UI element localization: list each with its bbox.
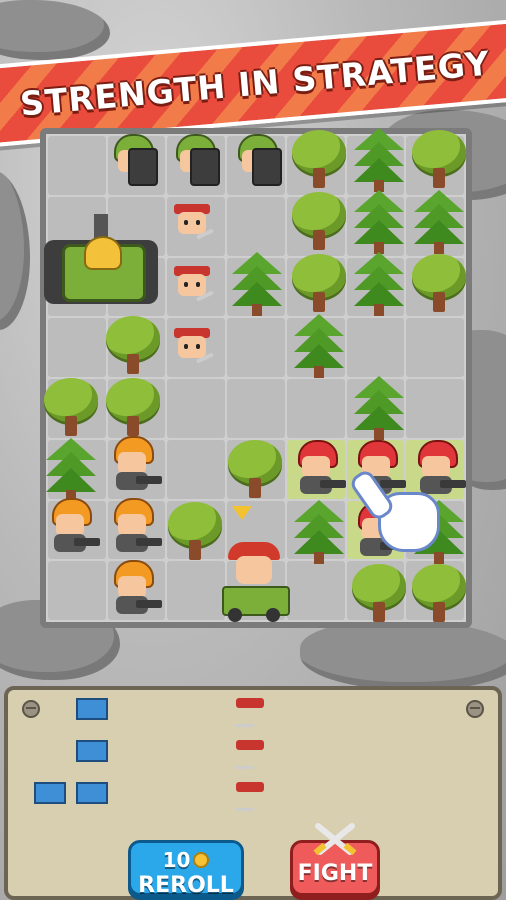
heavy-gun-icon	[136, 538, 162, 546]
board-cell[interactable]	[227, 379, 285, 438]
pine-tree-icon	[294, 314, 344, 380]
heavy-gun-icon	[74, 538, 100, 546]
rifle-icon	[76, 834, 94, 840]
pine-tree-icon	[354, 376, 404, 442]
tank-unit[interactable]	[44, 214, 158, 312]
bench-unit-knife-soldier[interactable]	[236, 782, 276, 826]
rifle-icon	[440, 480, 466, 488]
coin-icon	[193, 852, 210, 868]
oak-tree-icon	[350, 564, 408, 626]
board-cell[interactable]	[48, 318, 106, 377]
oak-tree-icon	[104, 378, 162, 440]
oak-tree-icon	[290, 130, 348, 192]
bench-unit-blue-gunner[interactable]	[76, 740, 116, 784]
shield-soldier[interactable]	[106, 134, 158, 192]
crossed-swords-icon	[313, 823, 357, 856]
pointing-hand-icon	[347, 467, 440, 552]
red-bandana-icon	[236, 740, 264, 750]
oak-tree-icon	[290, 254, 348, 316]
shield-soldier[interactable]	[168, 134, 220, 192]
screw-icon	[22, 700, 40, 718]
fight-label: FIGHT	[297, 861, 373, 886]
heavy-gun-icon	[136, 476, 162, 484]
unit-bench-panel	[4, 686, 502, 900]
board-cell[interactable]	[167, 379, 226, 438]
oak-tree-icon	[410, 130, 468, 192]
flamethrower-soldier[interactable]	[106, 436, 162, 494]
flamethrower-soldier[interactable]	[44, 498, 100, 556]
shield-icon	[128, 148, 158, 186]
board-cell[interactable]	[48, 136, 106, 195]
board-cell[interactable]	[406, 318, 464, 377]
board-cell[interactable]	[286, 379, 345, 438]
board-cell[interactable]	[227, 196, 285, 256]
flamethrower-soldier[interactable]	[106, 498, 162, 556]
flamethrower-soldier[interactable]	[106, 560, 162, 618]
oak-tree-icon	[410, 254, 468, 316]
oak-tree-icon	[410, 564, 468, 626]
rifle-icon	[320, 480, 346, 488]
blue-helmet-icon	[76, 740, 108, 762]
rifle-icon	[34, 834, 52, 840]
reroll-cost: 10	[131, 848, 241, 872]
oak-tree-icon	[290, 192, 348, 254]
background-rock	[0, 0, 110, 60]
bench-unit-blue-gunner[interactable]	[76, 698, 116, 742]
pine-tree-icon	[232, 252, 282, 318]
red-bandana-icon	[236, 782, 264, 792]
pine-tree-icon	[414, 190, 464, 256]
board-cell[interactable]	[227, 318, 285, 377]
oak-tree-icon	[104, 316, 162, 378]
blue-helmet-icon	[76, 782, 108, 804]
knife-soldier[interactable]	[166, 320, 218, 378]
bench-unit-knife-soldier[interactable]	[236, 740, 276, 784]
red-soldier[interactable]	[290, 440, 346, 498]
selection-arrow-icon	[232, 506, 252, 520]
reroll-cost-value: 10	[162, 848, 191, 872]
banner-title: STRENGTH IN STRATEGY	[18, 43, 492, 123]
game-screen: STRENGTH IN STRATEGY 10 REROLL FIGHT	[0, 0, 506, 900]
knife-icon	[236, 766, 254, 769]
pine-tree-icon	[46, 438, 96, 504]
red-bandana-icon	[236, 698, 264, 708]
screw-icon	[466, 700, 484, 718]
board-cell[interactable]	[286, 561, 345, 620]
tank-driver-icon	[84, 236, 122, 270]
background-rock	[300, 620, 506, 690]
knife-icon	[236, 808, 254, 811]
pine-tree-icon	[354, 252, 404, 318]
knife-icon	[236, 724, 254, 727]
officer-commander-unit[interactable]	[214, 538, 294, 624]
background-rock	[0, 170, 30, 330]
oak-tree-icon	[226, 440, 284, 502]
board-cell[interactable]	[48, 561, 106, 620]
shield-soldier[interactable]	[230, 134, 282, 192]
board-cell[interactable]	[346, 318, 405, 377]
knife-soldier[interactable]	[166, 196, 218, 254]
board-cell[interactable]	[406, 379, 464, 438]
heavy-gun-icon	[136, 600, 162, 608]
reroll-button[interactable]: 10 REROLL	[128, 840, 244, 898]
bench-unit-knife-soldier[interactable]	[236, 698, 276, 742]
blue-helmet-icon	[34, 782, 66, 804]
bench-unit-blue-gunner[interactable]	[34, 782, 74, 826]
pine-tree-icon	[354, 128, 404, 194]
reroll-label: REROLL	[138, 873, 234, 898]
bench-unit-blue-gunner[interactable]	[76, 782, 116, 826]
shield-icon	[252, 148, 282, 186]
pine-tree-icon	[354, 190, 404, 256]
blue-helmet-icon	[76, 698, 108, 720]
board-cell[interactable]	[167, 439, 226, 499]
pine-tree-icon	[294, 500, 344, 566]
knife-soldier[interactable]	[166, 258, 218, 316]
oak-tree-icon	[42, 378, 100, 440]
shield-icon	[190, 148, 220, 186]
